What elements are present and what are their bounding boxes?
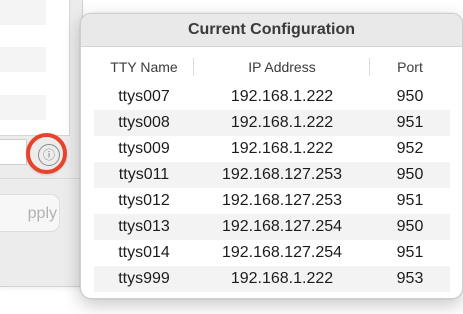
tty-name-cell: ttys008 [94,110,194,136]
table-row[interactable]: ttys008 192.168.1.222 951 [94,110,450,136]
tty-name-cell: ttys011 [94,162,194,188]
highlight-annotation-ring [26,133,67,174]
table-row[interactable]: ttys009 192.168.1.222 952 [94,136,450,162]
table-row[interactable]: ttys011 192.168.127.253 950 [94,162,450,188]
tty-name-cell: ttys013 [94,214,194,240]
tty-name-cell: ttys012 [118,192,170,209]
table-row[interactable]: ttys013 192.168.127.254 950 [94,214,450,240]
text-field[interactable] [0,139,27,165]
list-row [0,47,46,72]
tty-name-cell: ttys007 [118,88,170,105]
ip-address-cell: 192.168.127.253 [194,162,370,188]
tty-name-cell: ttys014 [118,244,170,261]
table-row[interactable]: ttys014 192.168.127.254 951 [94,240,450,266]
port-cell: 951 [396,244,424,261]
table-row[interactable]: ttys007 192.168.1.222 950 [94,84,450,110]
configuration-table: TTY Name IP Address Port ttys007 192.168… [94,50,450,292]
configuration-popover: Current Configuration TTY Name IP Addres… [80,13,463,299]
table-header-row: TTY Name IP Address Port [94,50,450,84]
table-row[interactable]: ttys999 192.168.1.222 953 [94,266,450,292]
list-row [0,0,46,25]
tty-name-cell: ttys009 [118,140,170,157]
port-cell: 951 [396,192,424,209]
port-cell: 950 [370,214,450,240]
ip-address-cell: 192.168.1.222 [194,110,370,136]
popover-title: Current Configuration [81,14,462,47]
table-row[interactable]: ttys012 192.168.127.253 951 [94,188,450,214]
port-cell: 953 [370,266,450,292]
ip-address-cell: 192.168.1.222 [230,88,334,105]
column-header-tty-name[interactable]: TTY Name [94,50,194,84]
port-cell: 952 [396,140,424,157]
ip-address-cell: 192.168.127.254 [221,244,343,261]
port-cell: 951 [370,110,450,136]
apply-button[interactable]: pply [0,194,60,232]
ip-address-cell: 192.168.127.254 [194,214,370,240]
port-cell: 950 [370,162,450,188]
column-header-ip-address[interactable]: IP Address [194,50,370,84]
settings-list-panel [0,0,70,136]
port-cell: 950 [396,88,424,105]
ip-address-cell: 192.168.1.222 [230,140,334,157]
divider [0,178,82,179]
ip-address-cell: 192.168.127.253 [221,192,343,209]
column-header-port[interactable]: Port [370,50,450,84]
tty-name-cell: ttys999 [94,266,194,292]
ip-address-cell: 192.168.1.222 [194,266,370,292]
list-row [0,95,46,120]
